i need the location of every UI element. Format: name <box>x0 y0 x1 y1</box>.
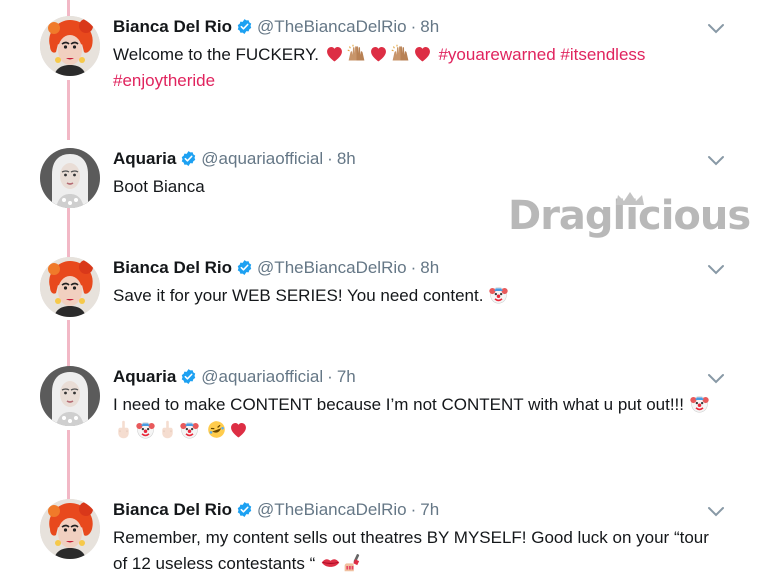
user-handle[interactable]: @TheBiancaDelRio <box>257 17 407 36</box>
display-name[interactable]: Bianca Del Rio <box>113 500 232 519</box>
user-handle[interactable]: @TheBiancaDelRio <box>257 258 407 277</box>
hashtag-link[interactable]: #youarewarned #itsendless <box>438 45 645 64</box>
clown-face-icon <box>179 419 200 440</box>
clown-face-icon <box>488 284 509 305</box>
chevron-down-icon[interactable] <box>706 505 726 519</box>
verified-icon <box>236 18 253 35</box>
tweet-text: Save it for your WEB SERIES! You need co… <box>113 283 713 309</box>
display-name[interactable]: Bianca Del Rio <box>113 258 232 277</box>
tweet-text-content: I need to make CONTENT because I’m not C… <box>113 395 684 414</box>
aquaria-avatar[interactable] <box>40 366 100 426</box>
timestamp[interactable]: 7h <box>337 367 356 386</box>
display-name[interactable]: Aquaria <box>113 367 176 386</box>
thread-line <box>67 208 70 258</box>
user-handle[interactable]: @aquariaofficial <box>201 367 323 386</box>
timestamp[interactable]: 8h <box>420 17 439 36</box>
thread-line <box>67 0 70 16</box>
tweet-text: Welcome to the FUCKERY. #youarewarned #i… <box>113 42 713 94</box>
tweet-text-content: Save it for your WEB SERIES! You need co… <box>113 286 484 305</box>
verified-icon <box>180 150 197 167</box>
thread-line <box>67 80 70 140</box>
verified-icon <box>236 501 253 518</box>
tweet-text-content: Boot Bianca <box>113 177 205 196</box>
chevron-down-icon[interactable] <box>706 154 726 168</box>
display-name[interactable]: Aquaria <box>113 149 176 168</box>
red-heart-icon <box>324 43 345 64</box>
user-handle[interactable]: @TheBiancaDelRio <box>257 500 407 519</box>
tweet-text-content: Welcome to the FUCKERY. <box>113 45 319 64</box>
separator-dot: · <box>410 258 417 277</box>
user-handle[interactable]: @aquariaofficial <box>201 149 323 168</box>
thread-line <box>67 320 70 370</box>
separator-dot: · <box>410 500 417 519</box>
clown-face-icon <box>135 419 156 440</box>
timestamp[interactable]: 8h <box>337 149 356 168</box>
chevron-down-icon[interactable] <box>706 263 726 277</box>
tweet-text-content: Remember, my content sells out theatres … <box>113 528 709 547</box>
kiss-mark-icon <box>320 552 341 573</box>
raised-hands-icon <box>390 43 411 64</box>
red-heart-icon <box>412 43 433 64</box>
aquaria-avatar[interactable] <box>40 148 100 208</box>
tweet-header: Bianca Del Rio @TheBiancaDelRio · 7h <box>113 499 439 521</box>
timestamp[interactable]: 7h <box>420 500 439 519</box>
verified-icon <box>180 368 197 385</box>
tweet-header: Bianca Del Rio @TheBiancaDelRio · 8h <box>113 16 439 38</box>
timestamp[interactable]: 8h <box>420 258 439 277</box>
clown-face-icon <box>689 393 710 414</box>
tweet-header: Aquaria @aquariaofficial · 7h <box>113 366 356 388</box>
tweet-header: Bianca Del Rio @TheBiancaDelRio · 8h <box>113 257 439 279</box>
hashtag-link[interactable]: #enjoytheride <box>113 71 215 90</box>
raised-hands-icon <box>346 43 367 64</box>
red-heart-icon <box>228 419 249 440</box>
tweet-text: I need to make CONTENT because I’m not C… <box>113 392 713 444</box>
tweet-text: Remember, my content sells out theatres … <box>113 525 713 577</box>
middle-finger-icon <box>157 419 178 440</box>
tweet-text-content: of 12 useless contestants “ <box>113 554 316 573</box>
separator-dot: · <box>410 17 417 36</box>
display-name[interactable]: Bianca Del Rio <box>113 17 232 36</box>
watermark: Draglicious <box>508 192 751 263</box>
thread-line <box>67 430 70 500</box>
verified-icon <box>236 259 253 276</box>
tweet-header: Aquaria @aquariaofficial · 8h <box>113 148 356 170</box>
crown-icon <box>616 192 644 205</box>
middle-finger-icon <box>113 419 134 440</box>
chevron-down-icon[interactable] <box>706 372 726 386</box>
red-heart-icon <box>368 43 389 64</box>
bianca-avatar[interactable] <box>40 16 100 76</box>
chevron-down-icon[interactable] <box>706 22 726 36</box>
bianca-avatar[interactable] <box>40 257 100 317</box>
separator-dot: · <box>327 149 333 168</box>
rolling-laughing-icon <box>206 419 227 440</box>
nail-polish-icon <box>342 552 363 573</box>
separator-dot: · <box>327 367 333 386</box>
bianca-avatar[interactable] <box>40 499 100 559</box>
